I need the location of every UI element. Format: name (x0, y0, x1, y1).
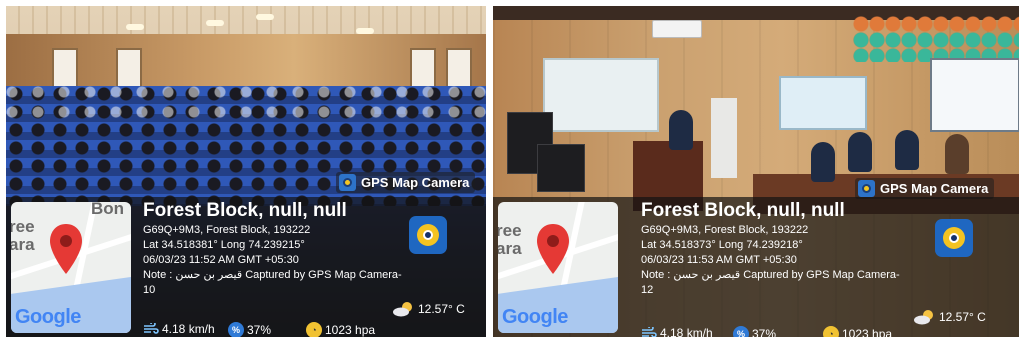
wind-speed: 4.18 km/h (641, 326, 713, 337)
temperature: 12.57° C (392, 301, 465, 317)
plus-code: G69Q+9M3, Forest Block, 193222 (143, 224, 311, 236)
date-time: 06/03/23 11:53 AM GMT +05:30 (641, 254, 797, 266)
gps-camera-tag: GPS Map Camera (336, 172, 476, 193)
mini-map: ree ara Google (498, 202, 618, 333)
google-logo: Google (15, 306, 81, 328)
plus-code: G69Q+9M3, Forest Block, 193222 (641, 224, 809, 236)
humidity-icon: % (733, 326, 749, 337)
pressure: ◔ 1023 hpa (306, 322, 375, 337)
wind-icon (144, 323, 159, 334)
cloud-sun-icon (393, 302, 412, 317)
pressure: ◔ 1023 hpa (823, 326, 892, 337)
map-pin-icon (537, 224, 569, 274)
note: Note : قيصر بن حسن Captured by GPS Map C… (143, 269, 402, 281)
pressure-gauge-icon: ◔ (306, 322, 322, 337)
location-info-box: Bon ree ara Google Forest Block, null, n… (6, 197, 486, 337)
gps-camera-tag: GPS Map Camera (855, 178, 995, 199)
location-info-box: ree ara Google Forest Block, null, null … (493, 197, 1019, 337)
humidity-icon: % (228, 322, 244, 337)
note: Note : قيصر بن حسن Captured by GPS Map C… (641, 269, 900, 281)
wind-icon (642, 327, 657, 337)
humidity: % 37% (733, 326, 776, 337)
location-title: Forest Block, null, null (641, 200, 845, 221)
gps-map-camera-app-icon (935, 219, 973, 257)
photo-panel-left: GPS Map Camera Bon ree ara Google Forest… (6, 6, 486, 337)
humidity: % 37% (228, 322, 271, 337)
google-logo: Google (502, 306, 568, 328)
pressure-gauge-icon: ◔ (823, 326, 839, 337)
gps-map-camera-app-icon (858, 180, 875, 197)
gps-map-camera-app-icon (339, 174, 356, 191)
cloud-sun-icon (914, 310, 933, 325)
temperature: 12.57° C (913, 309, 986, 325)
location-title: Forest Block, null, null (143, 200, 347, 221)
note-continuation: 10 (143, 284, 156, 296)
note-continuation: 12 (641, 284, 654, 296)
mini-map: Bon ree ara Google (11, 202, 131, 333)
date-time: 06/03/23 11:52 AM GMT +05:30 (143, 254, 299, 266)
wind-speed: 4.18 km/h (143, 322, 215, 336)
gps-map-camera-app-icon (409, 216, 447, 254)
photo-panel-right: GPS Map Camera ree ara Google Forest Blo… (493, 6, 1019, 337)
coordinates: Lat 34.518373° Long 74.239218° (641, 239, 803, 251)
coordinates: Lat 34.518381° Long 74.239215° (143, 239, 305, 251)
map-pin-icon (50, 224, 82, 274)
